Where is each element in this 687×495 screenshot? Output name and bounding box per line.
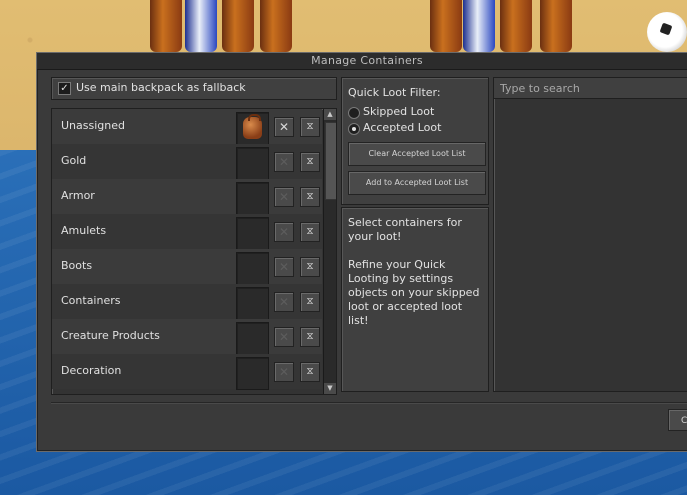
- wooden-pillar-decoration: [222, 0, 254, 52]
- scroll-up-button[interactable]: ▲: [324, 109, 336, 120]
- category-row[interactable]: Decoration ✕ ⧖: [52, 354, 322, 390]
- category-label: Containers: [61, 294, 121, 307]
- clear-container-button[interactable]: ✕: [274, 152, 294, 172]
- container-slot[interactable]: [236, 357, 269, 390]
- category-row[interactable]: Containers ✕ ⧖: [52, 284, 322, 320]
- category-label: Gold: [61, 154, 87, 167]
- clear-container-button[interactable]: ✕: [274, 362, 294, 382]
- football-item: [647, 12, 687, 52]
- category-row[interactable]: Unassigned ✕ ⧖: [52, 109, 322, 145]
- category-row[interactable]: Armor ✕ ⧖: [52, 179, 322, 215]
- clear-container-button[interactable]: ✕: [274, 292, 294, 312]
- add-to-accepted-loot-button[interactable]: Add to Accepted Loot List: [348, 171, 486, 195]
- container-category-list: Unassigned ✕ ⧖ Gold ✕ ⧖ Armor ✕ ⧖ Amulets ✕ ⧖ Boots ✕…: [51, 108, 337, 395]
- clear-container-button[interactable]: ✕: [274, 222, 294, 242]
- window-title[interactable]: Manage Containers: [37, 53, 687, 70]
- info-panel: Select containers for your loot! Refine …: [341, 207, 489, 392]
- container-slot[interactable]: [236, 147, 269, 180]
- category-label: Creature Products: [61, 329, 160, 342]
- category-row[interactable]: Boots ✕ ⧖: [52, 249, 322, 285]
- select-container-button[interactable]: ⧖: [300, 362, 320, 382]
- select-container-button[interactable]: ⧖: [300, 327, 320, 347]
- fallback-option: ✓ Use main backpack as fallback: [51, 77, 337, 100]
- footer-divider: [51, 402, 687, 404]
- category-row[interactable]: Amulets ✕ ⧖: [52, 214, 322, 250]
- select-container-button[interactable]: ⧖: [300, 222, 320, 242]
- container-slot[interactable]: [236, 287, 269, 320]
- clear-accepted-loot-button[interactable]: Clear Accepted Loot List: [348, 142, 486, 166]
- clear-container-button[interactable]: ✕: [274, 117, 294, 137]
- select-container-button[interactable]: ⧖: [300, 187, 320, 207]
- category-list-scrollbar[interactable]: ▲ ▼: [323, 109, 336, 394]
- category-label: Armor: [61, 189, 95, 202]
- backpack-icon: [243, 114, 262, 139]
- quick-loot-filter-panel: Quick Loot Filter: Skipped Loot Accepted…: [341, 77, 489, 205]
- category-label: Amulets: [61, 224, 107, 237]
- clear-container-button[interactable]: ✕: [274, 187, 294, 207]
- category-row[interactable]: Gold ✕ ⧖: [52, 144, 322, 180]
- wooden-pillar-decoration: [500, 0, 532, 52]
- wooden-pillar-decoration: [540, 0, 572, 52]
- search-input[interactable]: [494, 78, 687, 99]
- select-container-button[interactable]: ⧖: [300, 257, 320, 277]
- clear-container-button[interactable]: ✕: [274, 257, 294, 277]
- search-panel: [493, 77, 687, 392]
- select-container-button[interactable]: ⧖: [300, 117, 320, 137]
- scroll-thumb[interactable]: [325, 122, 336, 200]
- container-slot[interactable]: [236, 252, 269, 285]
- wooden-pillar-decoration: [430, 0, 462, 52]
- container-slot[interactable]: [236, 112, 269, 145]
- accepted-loot-radio[interactable]: [348, 123, 360, 135]
- category-label: Boots: [61, 259, 93, 272]
- skipped-loot-radio[interactable]: [348, 107, 360, 119]
- container-slot[interactable]: [236, 322, 269, 355]
- select-container-button[interactable]: ⧖: [300, 152, 320, 172]
- wooden-pillar-decoration: [150, 0, 182, 52]
- blue-pillar-decoration: [185, 0, 217, 52]
- info-text: Select containers for your loot! Refine …: [348, 216, 480, 327]
- container-slot[interactable]: [236, 217, 269, 250]
- category-rows: Unassigned ✕ ⧖ Gold ✕ ⧖ Armor ✕ ⧖ Amulets ✕ ⧖ Boots ✕…: [52, 109, 322, 390]
- skipped-loot-label[interactable]: Skipped Loot: [363, 105, 434, 118]
- blue-pillar-decoration: [463, 0, 495, 52]
- accepted-loot-label[interactable]: Accepted Loot: [363, 121, 441, 134]
- fallback-label: Use main backpack as fallback: [76, 81, 246, 94]
- fallback-checkbox[interactable]: ✓: [58, 82, 71, 95]
- category-row[interactable]: Creature Products ✕ ⧖: [52, 319, 322, 355]
- scroll-down-button[interactable]: ▼: [324, 383, 336, 394]
- manage-containers-window: Manage Containers ✓ Use main backpack as…: [36, 52, 687, 452]
- container-slot[interactable]: [236, 182, 269, 215]
- select-container-button[interactable]: ⧖: [300, 292, 320, 312]
- clear-container-button[interactable]: ✕: [274, 327, 294, 347]
- category-label: Unassigned: [61, 119, 125, 132]
- quick-loot-filter-title: Quick Loot Filter:: [348, 86, 441, 99]
- wooden-pillar-decoration: [260, 0, 292, 52]
- category-label: Decoration: [61, 364, 122, 377]
- close-button[interactable]: C: [668, 409, 687, 431]
